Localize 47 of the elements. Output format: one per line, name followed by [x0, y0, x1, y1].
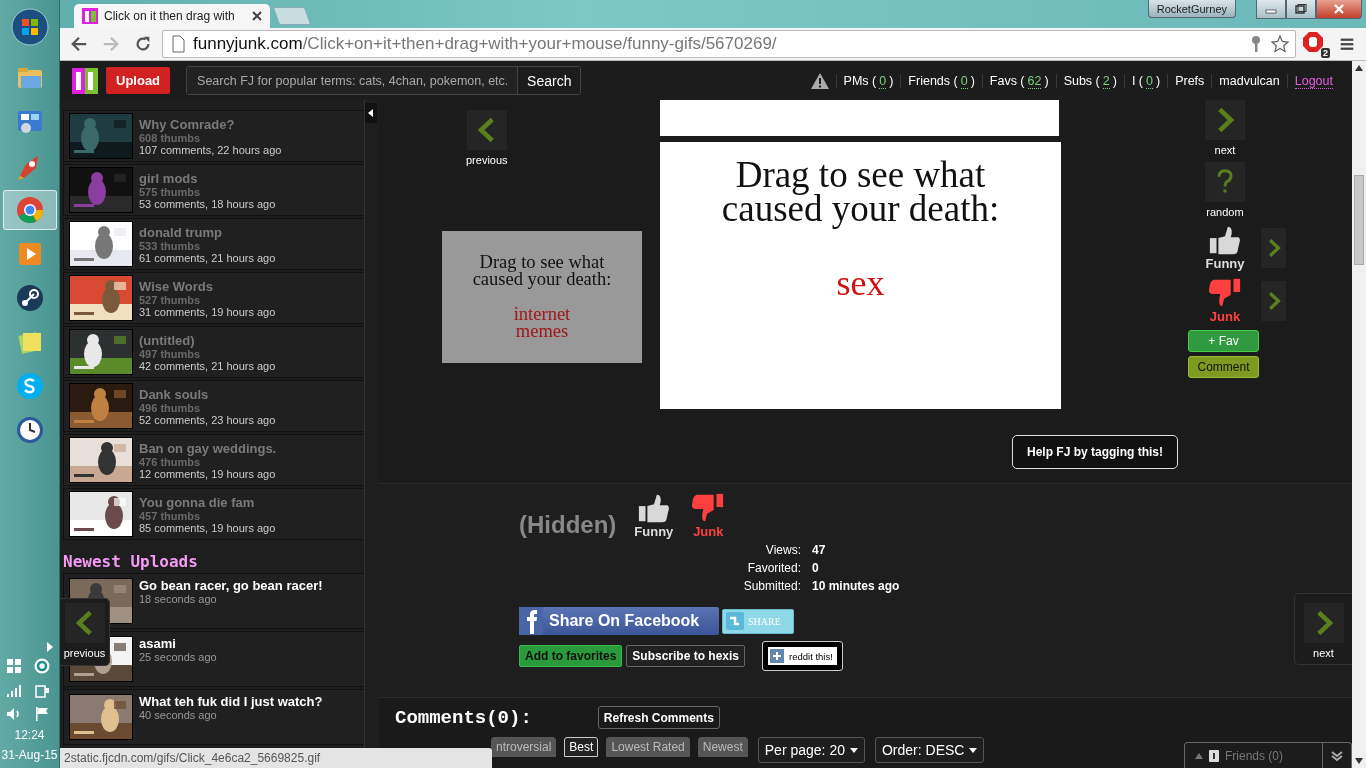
clock-date: 31-Aug-15	[1, 748, 58, 762]
stat-label: Views:	[764, 543, 801, 557]
post-comments: 52 comments, 23 hours ago	[139, 413, 276, 426]
post-comments: 61 comments, 21 hours ago	[139, 251, 276, 264]
thumbs-count: 533 thumbs	[139, 239, 201, 252]
post-time: 18 seconds ago	[139, 593, 218, 605]
meme-text: caused your death:	[472, 271, 612, 288]
post-title: girl mods	[139, 170, 199, 186]
meme-answer: memes	[515, 323, 569, 340]
post-time: 25 seconds ago	[139, 651, 217, 663]
meme-answer: sex	[836, 262, 885, 304]
post-comments: 31 comments, 19 hours ago	[139, 305, 276, 318]
post-comments: 53 comments, 18 hours ago	[139, 197, 276, 210]
thumbs-count: 496 thumbs	[139, 401, 202, 414]
stat-value: 0	[812, 561, 820, 575]
stat-label: Favorited:	[746, 561, 801, 575]
post-title: Go bean racer, go bean racer!	[139, 578, 323, 593]
post-comments: 12 comments, 19 hours ago	[139, 467, 277, 480]
post-title: Dank souls	[139, 386, 210, 402]
post-title: donald trump	[139, 224, 224, 240]
stat-value: 10 minutes ago	[812, 579, 901, 593]
post-title: Ban on gay weddings.	[139, 440, 277, 456]
meme-answer: internet	[513, 306, 571, 323]
post-title: You gonna die fam	[139, 494, 256, 510]
comments-heading: Comments(0):	[395, 706, 532, 729]
clock-time: 12:24	[14, 728, 45, 742]
post-time: 40 seconds ago	[139, 709, 218, 721]
post-title: (untitled)	[139, 332, 196, 348]
thumbs-count: 608 thumbs	[139, 131, 202, 144]
post-comments: 85 comments, 19 hours ago	[139, 521, 276, 534]
thumbs-count: 497 thumbs	[139, 347, 202, 360]
thumbs-count: 476 thumbs	[139, 455, 201, 468]
post-title: asami	[139, 636, 177, 651]
post-comments: 107 comments, 22 hours ago	[139, 143, 282, 156]
stat-label: Submitted:	[742, 579, 801, 593]
thumbs-count: 457 thumbs	[139, 509, 201, 522]
status-bar: 2static.fjcdn.com/gifs/Click_4e6ca2_5669825.gif	[60, 748, 492, 768]
stat-value: 47	[812, 543, 827, 557]
thumbs-count: 575 thumbs	[139, 185, 202, 198]
post-title: Why Comrade?	[139, 116, 236, 132]
rating-text: (Hidden)	[519, 511, 617, 539]
meme-text: Drag to see what	[479, 254, 605, 271]
thumbs-count: 527 thumbs	[139, 293, 202, 306]
post-comments: 42 comments, 21 hours ago	[139, 359, 276, 372]
post-title: What teh fuk did I just watch?	[139, 694, 323, 709]
post-title: Wise Words	[139, 278, 215, 294]
section-heading: Newest Uploads	[63, 552, 199, 571]
